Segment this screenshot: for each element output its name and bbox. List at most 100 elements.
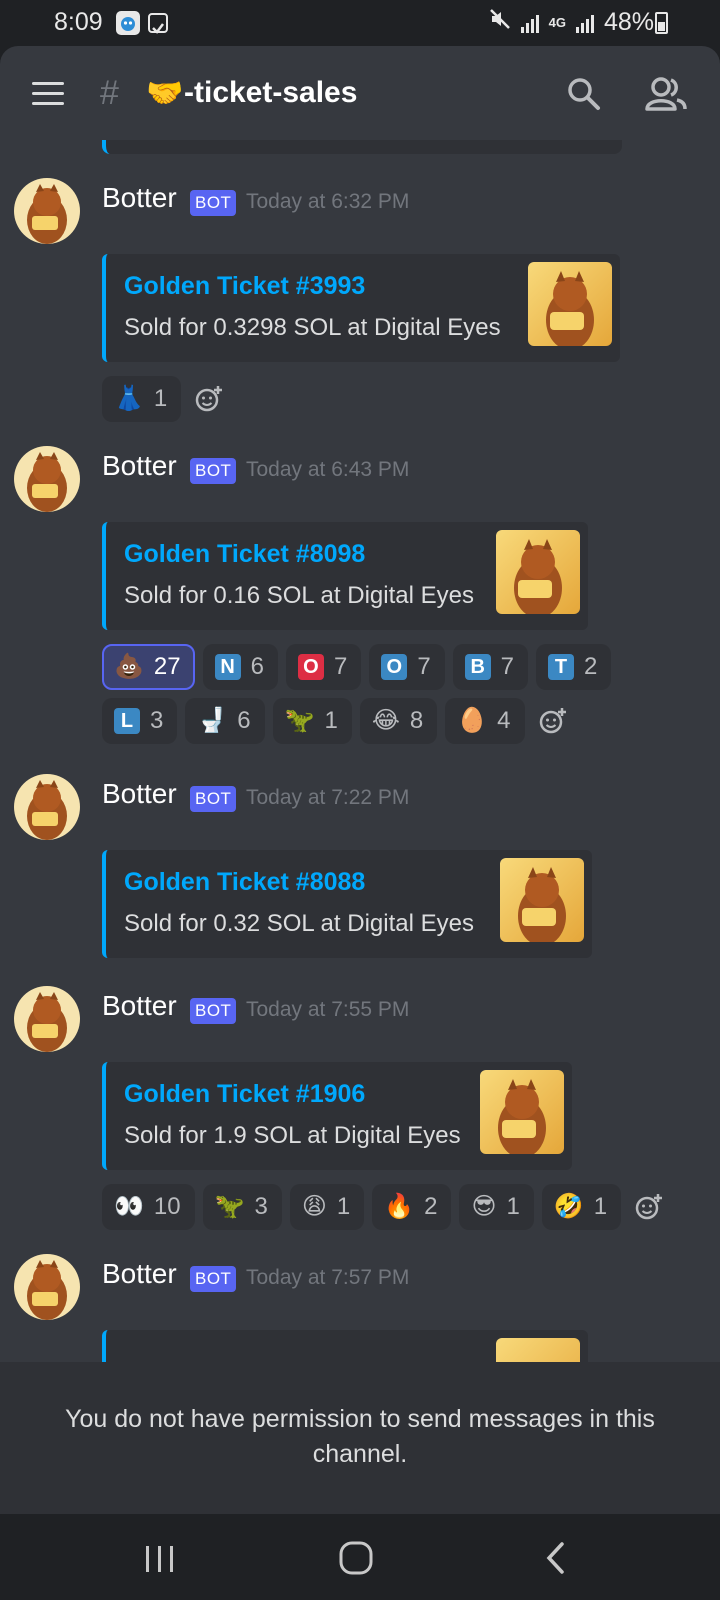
message: Botter BOT Today at 6:43 PM Golden Ticke…: [0, 446, 720, 746]
letter-o-icon: O: [381, 654, 408, 680]
message: Botter BOT Today at 6:32 PM Golden Ticke…: [0, 178, 720, 428]
embed-description: Sold for 1.9 SOL at Digital Eyes: [124, 1122, 461, 1149]
poop-icon: 💩: [114, 653, 144, 680]
status-right: 4G 48%: [489, 8, 654, 37]
embed-description: Sold for 0.32 SOL at Digital Eyes: [124, 910, 474, 937]
battery-percent: 48%: [603, 8, 654, 36]
members-icon[interactable]: [644, 76, 688, 112]
reaction[interactable]: L3: [102, 698, 178, 744]
embed-description: Sold for 0.3298 SOL at Digital Eyes: [124, 314, 501, 341]
reaction-count: 7: [333, 653, 348, 680]
timestamp: Today at 7:55 PM: [246, 998, 410, 1021]
reaction[interactable]: 👀 10: [102, 1184, 195, 1230]
username[interactable]: Botter: [102, 182, 177, 214]
username[interactable]: Botter: [102, 778, 177, 810]
avatar[interactable]: [14, 178, 80, 244]
notice-text: You do not have permission to send messa…: [65, 1405, 655, 1468]
reaction[interactable]: B7: [452, 644, 529, 690]
reaction[interactable]: O7: [285, 644, 362, 690]
reaction[interactable]: 🦖 1: [272, 698, 352, 744]
username[interactable]: Botter: [102, 450, 177, 482]
reaction-count: 10: [153, 1193, 181, 1220]
reaction[interactable]: 🚽 6: [185, 698, 265, 744]
avatar[interactable]: [14, 774, 80, 840]
reaction-count: 7: [417, 653, 431, 680]
dress-icon: 👗: [114, 385, 144, 412]
channel-name[interactable]: -ticket-sales: [184, 76, 357, 110]
no-permission-notice: You do not have permission to send messa…: [0, 1362, 720, 1514]
reaction-count: 6: [237, 707, 251, 734]
embed-thumbnail[interactable]: [496, 1338, 580, 1362]
embed: Golden Ticket #8098 Sold for 0.16 SOL at…: [102, 522, 588, 630]
reaction-count: 2: [424, 1193, 438, 1220]
embed-thumbnail[interactable]: [496, 530, 580, 614]
status-bar: 8:09 4G 48%: [0, 0, 720, 46]
embed-title[interactable]: Golden Ticket #8098: [124, 540, 365, 569]
avatar[interactable]: [14, 986, 80, 1052]
reaction[interactable]: 👗 1: [102, 376, 182, 422]
username[interactable]: Botter: [102, 990, 177, 1022]
reaction-count: 7: [500, 653, 515, 680]
reaction[interactable]: 🥚 4: [445, 698, 525, 744]
username[interactable]: Botter: [102, 1258, 177, 1290]
timestamp: Today at 7:22 PM: [246, 786, 410, 809]
reaction[interactable]: 💩 27: [102, 644, 195, 690]
back-button[interactable]: [544, 1540, 568, 1581]
reactions: 👀 10 🦖 3 😩 1 🔥 2 😎 1 🤣 1: [102, 1184, 669, 1230]
add-reaction-icon[interactable]: [629, 1184, 669, 1230]
embed-title[interactable]: Golden Ticket #1906: [124, 1080, 365, 1109]
embed: Golden Ticket #1906 Sold for 1.9 SOL at …: [102, 1062, 572, 1170]
reaction[interactable]: N6: [202, 644, 278, 690]
weary-face-icon: 😩: [301, 1193, 327, 1220]
status-time: 8:09: [54, 8, 103, 36]
reaction-count: 6: [250, 653, 264, 680]
tears-of-joy-icon: 😂: [371, 707, 400, 734]
signal-icon: [520, 13, 539, 33]
message: Botter BOT Today at 7:55 PM Golden Ticke…: [0, 986, 720, 1236]
reactions: 👗 1: [102, 376, 229, 422]
menu-icon[interactable]: [32, 82, 64, 106]
embed-thumbnail[interactable]: [480, 1070, 564, 1154]
reactions: 💩 27 N6 O7 O7 B7 T2: [102, 644, 612, 690]
letter-b-icon: B: [464, 654, 491, 680]
reaction-count: 3: [254, 1193, 268, 1220]
dino-icon: 🦖: [284, 707, 315, 734]
message: Botter BOT Today at 7:57 PM: [0, 1254, 720, 1362]
home-button[interactable]: [338, 1540, 374, 1581]
add-reaction-icon[interactable]: [189, 376, 229, 422]
recents-button[interactable]: [144, 1544, 176, 1579]
reaction-count: 3: [150, 707, 164, 734]
avatar[interactable]: [14, 1254, 80, 1320]
reaction-count: 1: [593, 1193, 608, 1220]
add-reaction-icon[interactable]: [533, 698, 573, 744]
battery-icon: [655, 12, 668, 34]
bot-badge: BOT: [190, 458, 237, 484]
letter-t-icon: T: [548, 654, 575, 680]
embed-title[interactable]: Golden Ticket #3993: [124, 272, 365, 301]
search-icon[interactable]: [566, 76, 606, 112]
signal-icon-2: [575, 13, 594, 33]
network-type: 4G: [548, 15, 566, 30]
timestamp: Today at 7:57 PM: [246, 1266, 410, 1289]
egg-icon: 🥚: [457, 707, 488, 734]
embed-title[interactable]: Golden Ticket #8088: [124, 868, 365, 897]
reaction[interactable]: 🔥 2: [372, 1184, 452, 1230]
embed-thumbnail[interactable]: [500, 858, 584, 942]
reaction-count: 1: [153, 385, 168, 412]
avatar[interactable]: [14, 446, 80, 512]
reaction[interactable]: 😎 1: [459, 1184, 534, 1230]
handshake-icon: 🤝: [146, 77, 184, 110]
reactions-row-2: L3 🚽 6 🦖 1 😂 8 🥚 4: [102, 698, 573, 744]
embed-thumbnail[interactable]: [528, 262, 612, 346]
timestamp: Today at 6:32 PM: [246, 190, 410, 213]
reaction[interactable]: 🤣 1: [541, 1184, 622, 1230]
reaction[interactable]: 😩 1: [289, 1184, 365, 1230]
mute-icon: [489, 8, 511, 37]
message-list[interactable]: Botter BOT Today at 6:32 PM Golden Ticke…: [0, 140, 720, 1362]
bot-badge: BOT: [190, 190, 237, 216]
bot-badge: BOT: [190, 786, 237, 812]
reaction[interactable]: 😂 8: [359, 698, 438, 744]
reaction[interactable]: T2: [536, 644, 612, 690]
reaction[interactable]: O7: [369, 644, 445, 690]
reaction[interactable]: 🦖 3: [202, 1184, 282, 1230]
